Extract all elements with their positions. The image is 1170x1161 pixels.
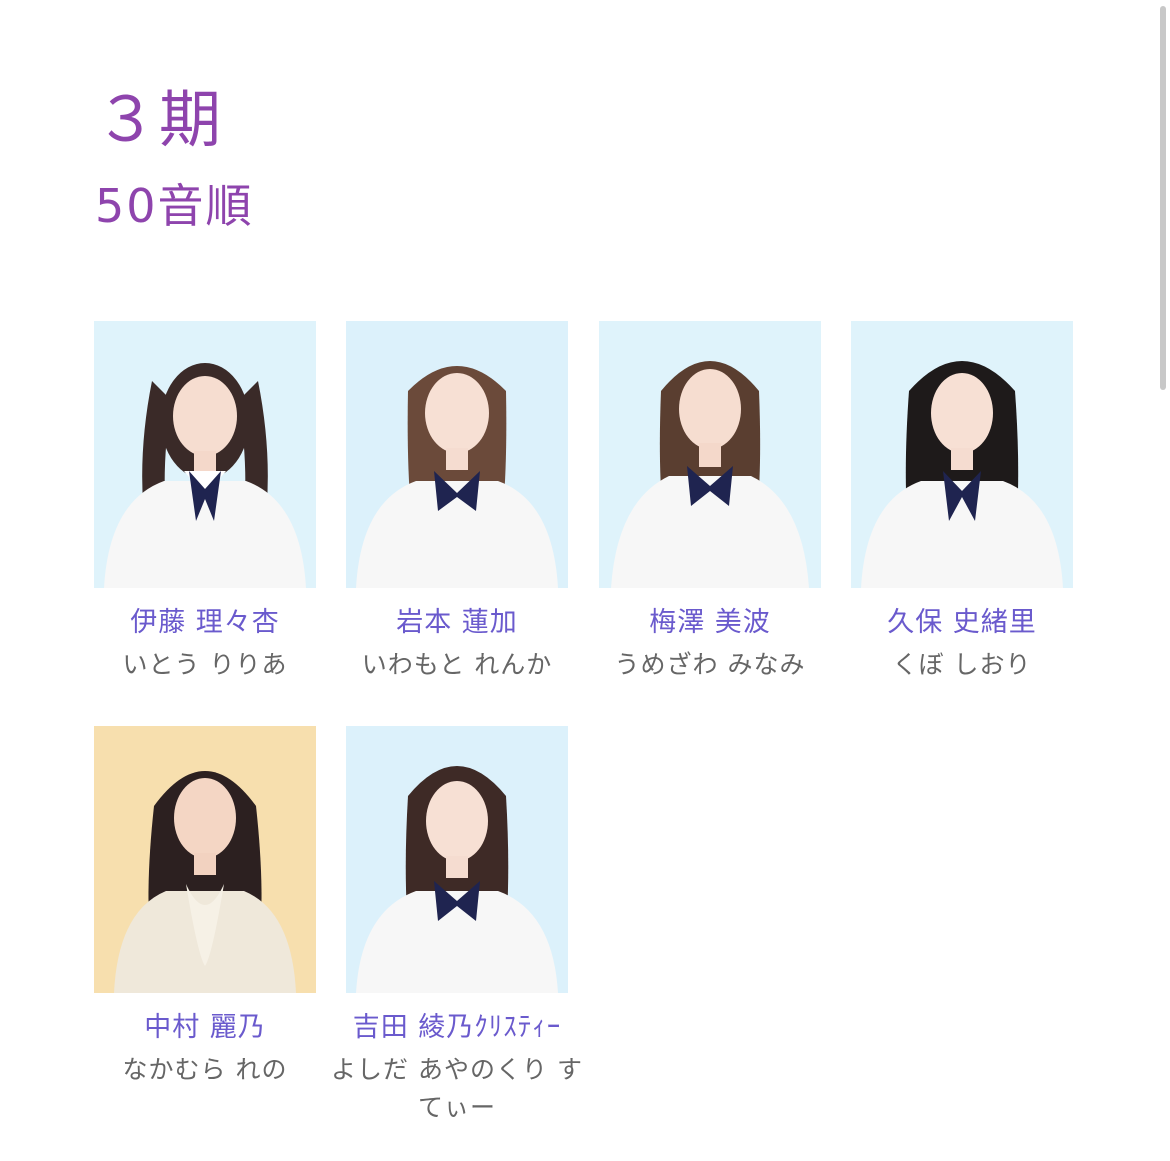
member-portrait-image	[346, 726, 568, 993]
member-kana: くぼ しおり	[892, 650, 1032, 679]
member-portrait-image	[94, 726, 316, 993]
member-portrait-image	[94, 321, 316, 588]
member-name[interactable]: 吉田 綾乃ｸﾘｽﾃｨｰ	[329, 1013, 585, 1043]
member-photo[interactable]	[346, 726, 568, 993]
members-page: ３期 50音順 伊藤 理々杏 いとう りりあ 岩本 蓮加 いわもと れんか 梅澤…	[0, 0, 1170, 1161]
member-name[interactable]: 梅澤 美波	[582, 608, 838, 638]
member-card[interactable]: 中村 麗乃 なかむら れの	[77, 726, 333, 1089]
member-kana: うめざわ みなみ	[614, 650, 806, 679]
member-photo[interactable]	[94, 321, 316, 588]
member-photo[interactable]	[599, 321, 821, 588]
member-kana: なかむら れの	[122, 1055, 288, 1084]
member-card[interactable]: 岩本 蓮加 いわもと れんか	[329, 321, 585, 684]
member-kana: いわもと れんか	[361, 650, 553, 679]
member-kana: よしだ あやのくり すてぃー	[331, 1055, 583, 1122]
member-card[interactable]: 梅澤 美波 うめざわ みなみ	[582, 321, 838, 684]
member-photo[interactable]	[94, 726, 316, 993]
member-card[interactable]: 吉田 綾乃ｸﾘｽﾃｨｰ よしだ あやのくり すてぃー	[329, 726, 585, 1127]
member-grid: 伊藤 理々杏 いとう りりあ 岩本 蓮加 いわもと れんか 梅澤 美波 うめざわ…	[0, 0, 1170, 1161]
member-card[interactable]: 久保 史緒里 くぼ しおり	[834, 321, 1090, 684]
member-name[interactable]: 久保 史緒里	[834, 608, 1090, 638]
member-kana: いとう りりあ	[122, 650, 288, 679]
member-photo[interactable]	[346, 321, 568, 588]
member-name[interactable]: 中村 麗乃	[77, 1013, 333, 1043]
member-portrait-image	[346, 321, 568, 588]
member-photo[interactable]	[851, 321, 1073, 588]
member-portrait-image	[851, 321, 1073, 588]
member-name[interactable]: 伊藤 理々杏	[77, 608, 333, 638]
scrollbar-thumb[interactable]	[1160, 6, 1166, 390]
member-name[interactable]: 岩本 蓮加	[329, 608, 585, 638]
member-portrait-image	[599, 321, 821, 588]
member-card[interactable]: 伊藤 理々杏 いとう りりあ	[77, 321, 333, 684]
